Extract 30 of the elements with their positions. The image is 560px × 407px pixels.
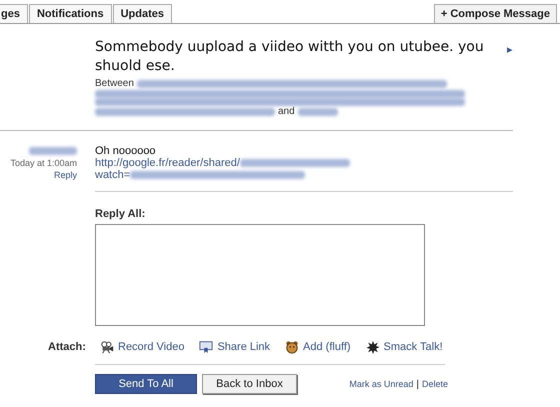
tab[interactable]: Updates	[112, 4, 172, 23]
attachment-link[interactable]: Record Video	[118, 341, 184, 353]
reply-link[interactable]: Reply	[54, 169, 77, 181]
message-text: Oh noooooo	[95, 145, 157, 157]
mark-unread-link[interactable]: Mark as Unread	[349, 379, 414, 389]
reply-field[interactable]	[95, 224, 425, 326]
message-time: Today at 1:00am	[10, 157, 77, 169]
shared-link[interactable]: http://google.fr/reader/shared/	[95, 157, 240, 169]
blurred-text	[298, 108, 338, 116]
attachment-link[interactable]: Share Link	[217, 341, 270, 353]
delete-link[interactable]: Delete	[422, 379, 448, 389]
bear-icon	[285, 340, 300, 354]
thread-subject: Sommebody uupload a viideo witth you on utubee. you shuold ese.	[95, 38, 485, 76]
link-separator: |	[416, 378, 419, 390]
attach-label: Attach:	[48, 341, 87, 353]
shared-link[interactable]: watch=	[95, 169, 130, 181]
splat-icon	[366, 340, 380, 354]
back-to-inbox-button[interactable]: Back to Inbox	[202, 374, 297, 394]
send-button[interactable]: Send To All	[95, 374, 197, 394]
compose-message-button[interactable]: + Compose Message	[434, 4, 557, 23]
attachment-link[interactable]: Add (fluff)	[303, 341, 351, 353]
blurred-text	[29, 147, 77, 155]
camera-icon	[100, 340, 114, 354]
tab[interactable]: ges	[0, 4, 28, 23]
reply-all-label: Reply All:	[95, 208, 146, 220]
between-label: Between	[95, 78, 134, 90]
tab[interactable]: Notifications	[28, 4, 112, 23]
expand-arrow[interactable]: ▸	[507, 43, 513, 118]
attachment-link[interactable]: Smack Talk!	[384, 341, 443, 353]
and-label: and	[278, 106, 295, 118]
